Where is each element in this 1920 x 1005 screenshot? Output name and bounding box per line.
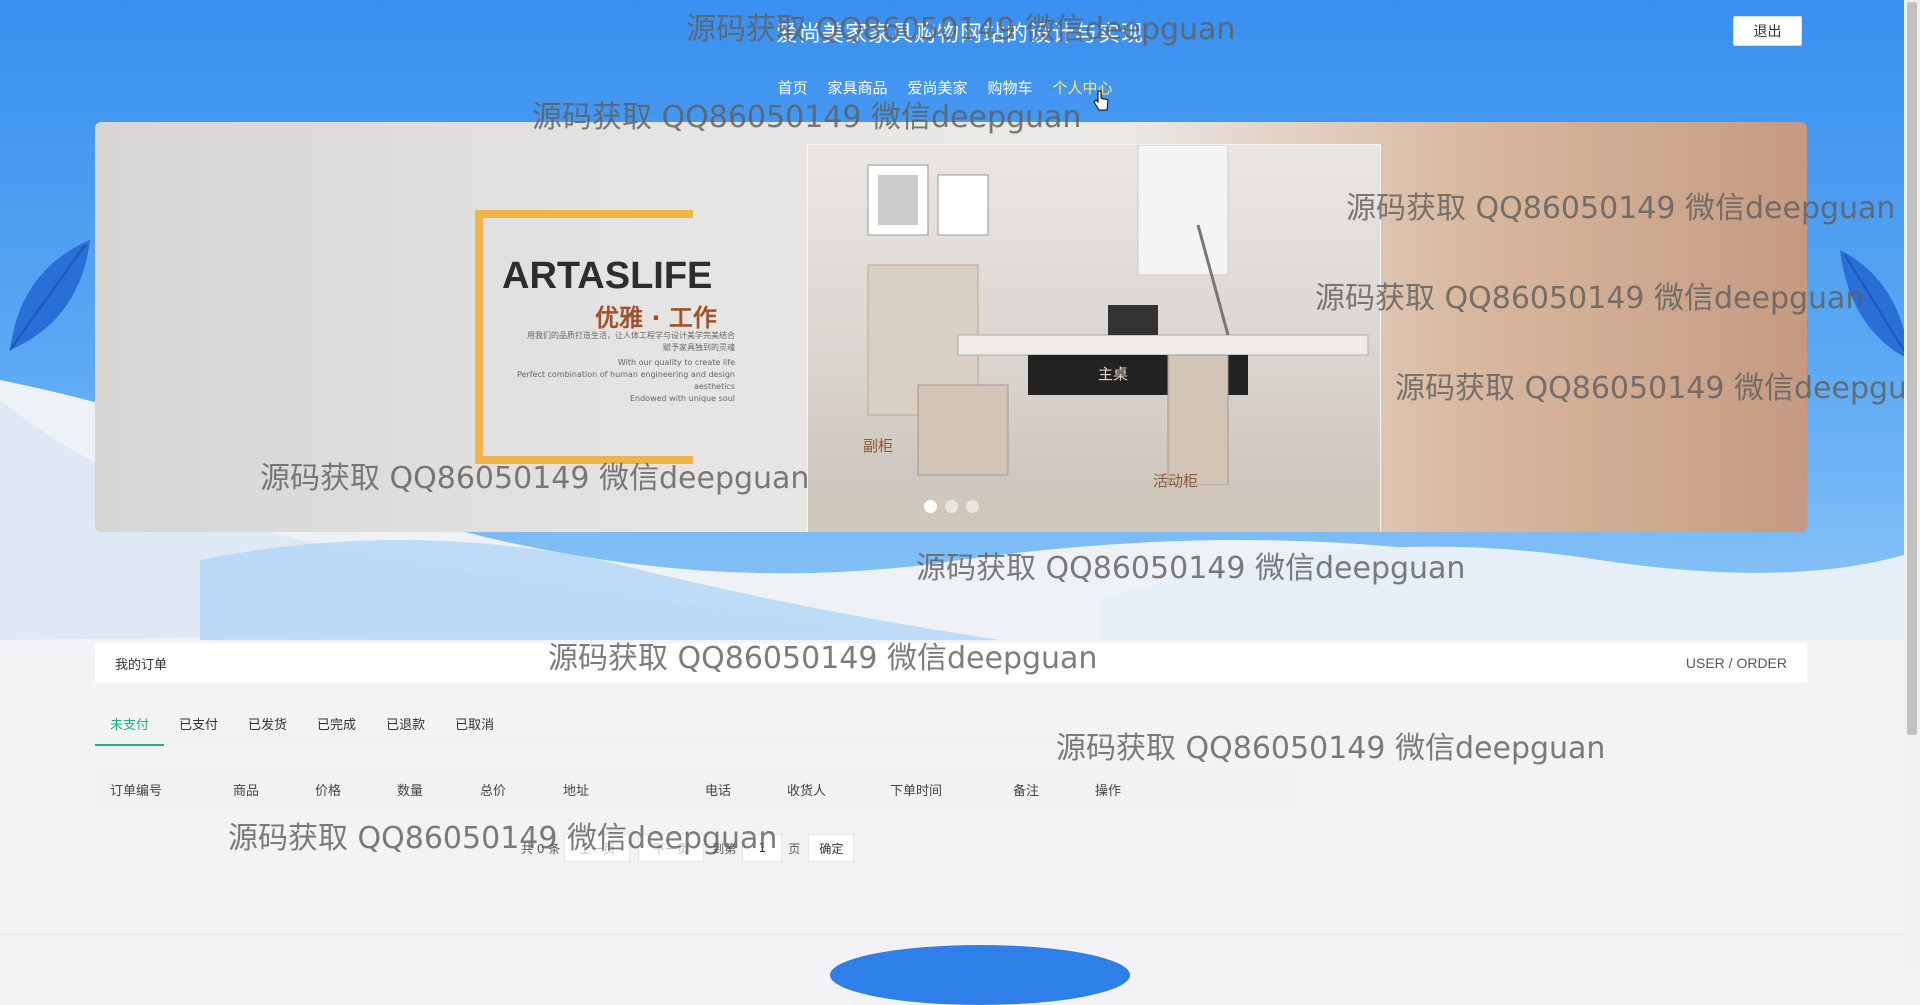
pager-goto-label: 到第 bbox=[712, 841, 737, 856]
col-order-no: 订单编号 bbox=[110, 784, 163, 799]
nav-furniture[interactable]: 家具商品 bbox=[817, 77, 897, 98]
col-phone: 电话 bbox=[705, 784, 732, 799]
nav-cart[interactable]: 购物车 bbox=[978, 77, 1043, 98]
nav-user-center[interactable]: 个人中心 bbox=[1043, 77, 1123, 98]
order-section-title: 我的订单 bbox=[115, 657, 168, 673]
label-mobile-cabinet: 活动柜 bbox=[1153, 472, 1199, 490]
carousel-dot-2[interactable] bbox=[945, 500, 958, 513]
tab-completed[interactable]: 已完成 bbox=[302, 704, 371, 746]
carousel-dot-1[interactable] bbox=[924, 500, 937, 513]
col-receiver: 收货人 bbox=[787, 784, 827, 799]
order-section-header: 我的订单 USER / ORDER bbox=[95, 643, 1807, 683]
col-remark: 备注 bbox=[1013, 784, 1040, 799]
order-table-header: 订单编号 商品 价格 数量 总价 地址 电话 收货人 下单时间 备注 操作 bbox=[95, 769, 1295, 807]
tab-paid[interactable]: 已支付 bbox=[164, 704, 233, 746]
hand-cursor-icon bbox=[1093, 90, 1109, 111]
order-section-en: USER / ORDER bbox=[1685, 655, 1787, 671]
brand-name: ARTASLIFE bbox=[502, 255, 713, 297]
order-status-tabs: 未支付 已支付 已发货 已完成 已退款 已取消 bbox=[95, 704, 509, 746]
col-actions: 操作 bbox=[1095, 784, 1122, 799]
col-product: 商品 bbox=[233, 784, 260, 799]
banner-office-image: 主桌 副柜 活动柜 bbox=[807, 144, 1381, 532]
tab-unpaid[interactable]: 未支付 bbox=[95, 704, 165, 746]
pager-total: 共 0 条 bbox=[521, 841, 561, 856]
label-side-cabinet: 副柜 bbox=[863, 437, 894, 455]
leaf-left-icon bbox=[9, 240, 90, 351]
tab-shipped[interactable]: 已发货 bbox=[233, 704, 302, 746]
office-furniture-illustration bbox=[808, 144, 1380, 532]
logout-button[interactable]: 退出 bbox=[1733, 16, 1802, 46]
col-order-time: 下单时间 bbox=[890, 784, 943, 799]
tab-refunded[interactable]: 已退款 bbox=[371, 704, 440, 746]
pager-confirm-button[interactable]: 确定 bbox=[808, 834, 855, 862]
brand-subtitle: 优雅 · 工作 bbox=[595, 304, 717, 332]
nav-aishang[interactable]: 爱尚美家 bbox=[897, 77, 977, 98]
main-nav: 首页 家具商品 爱尚美家 购物车 个人中心 bbox=[0, 77, 1920, 98]
brand-description: 用我们的品质打造生活，让人体工程学与设计美学完美结合 赋予家具独到的灵魂 Wit… bbox=[516, 331, 735, 403]
pager-prev-button[interactable]: 上一页 bbox=[564, 834, 631, 862]
tabs-divider bbox=[95, 743, 1295, 744]
footer-wave-decoration bbox=[830, 945, 1130, 1005]
carousel-indicators bbox=[924, 500, 979, 513]
pager-next-button[interactable]: 下一页 bbox=[638, 834, 705, 862]
col-quantity: 数量 bbox=[397, 784, 424, 799]
col-total: 总价 bbox=[480, 784, 507, 799]
banner-carousel[interactable]: 主桌 副柜 活动柜 ARTASLIFE 优雅 · 工作 用我们的品质打造生活，让… bbox=[95, 122, 1807, 532]
carousel-dot-3[interactable] bbox=[966, 500, 979, 513]
nav-home[interactable]: 首页 bbox=[767, 77, 817, 98]
watermark: 源码获取 QQ86050149 微信deepguan bbox=[1056, 731, 1606, 766]
pager-page-input[interactable]: 1 bbox=[742, 834, 783, 862]
scrollbar-thumb[interactable] bbox=[1907, 2, 1917, 735]
label-main-desk: 主桌 bbox=[1098, 365, 1129, 383]
tab-cancelled[interactable]: 已取消 bbox=[440, 704, 509, 746]
col-price: 价格 bbox=[315, 784, 342, 799]
footer-divider bbox=[0, 934, 1920, 935]
pagination: 共 0 条 上一页 下一页 到第 1 页 确定 bbox=[521, 834, 855, 862]
pager-page-unit: 页 bbox=[788, 841, 801, 856]
site-title: 爱尚美家家具购物网站的设计与实现 bbox=[775, 22, 1144, 47]
col-address: 地址 bbox=[563, 784, 590, 799]
